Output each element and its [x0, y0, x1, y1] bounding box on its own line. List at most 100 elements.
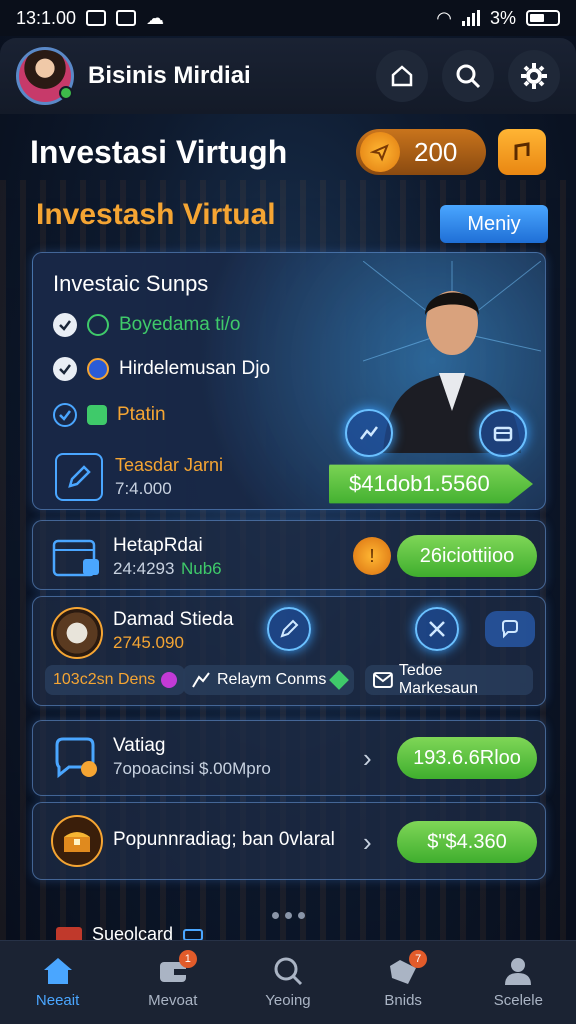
coin-icon — [360, 132, 400, 172]
notification-badge: 1 — [178, 950, 197, 968]
hero-value-button[interactable]: $41dob1.5560 — [329, 464, 533, 504]
settings-button[interactable] — [508, 50, 560, 102]
battery-icon — [526, 10, 560, 26]
nav-wallet[interactable]: 1 Mevoat — [123, 950, 223, 1009]
analytics-button[interactable] — [345, 409, 393, 457]
music-button[interactable] — [498, 129, 546, 175]
investment-row[interactable]: HetapRdai 24:4293 Nub6 ! 26iciottiioo — [32, 520, 546, 590]
row-label: Popunnradiag; ban 0vlaral — [113, 829, 335, 850]
search-button[interactable] — [442, 50, 494, 102]
nav-bids[interactable]: 7 Bnids — [353, 950, 453, 1009]
nav-label: Yeoing — [265, 992, 311, 1009]
row-value: 2745.090 — [113, 633, 184, 652]
nav-search[interactable]: Yeoing — [238, 956, 338, 1009]
battery-percent: 3% — [489, 7, 516, 28]
mail-icon — [373, 672, 393, 688]
tag-conms[interactable]: Relaym Conms — [183, 665, 355, 695]
hero-subvalue: 7:4.000 — [115, 479, 172, 498]
wallet-mini-icon — [183, 928, 204, 941]
chevron-right-icon: › — [363, 743, 372, 773]
status-bar: 13:1.00 ☁ ◠ 3% — [0, 0, 576, 36]
row-label: HetapRdai — [113, 535, 203, 556]
investment-hero-card[interactable]: Investaic Sunps Boyedama ti/o Hirdelemus… — [32, 252, 546, 510]
investment-row[interactable]: Damad Stieda 2745.090 103c2sn Dens Relay… — [32, 596, 546, 706]
row-label: Damad Stieda — [113, 609, 234, 630]
music-icon — [514, 142, 530, 160]
row-sub: 7opoacinsi $.00Mpro — [113, 759, 271, 778]
row-value: 24:4293 — [113, 559, 175, 578]
hero-item-label: Hirdelemusan Djo — [119, 358, 271, 379]
home-outline-icon — [391, 65, 413, 87]
tag-label: 103c2sn Dens — [53, 671, 156, 688]
row-action-button[interactable]: 193.6.6Rloo — [397, 737, 537, 779]
alert-icon: ! — [353, 537, 391, 575]
search-icon — [456, 64, 481, 89]
nav-label: Mevoat — [148, 992, 198, 1009]
notification-badge: 7 — [409, 950, 428, 968]
briefcase-icon — [493, 426, 513, 442]
tag-dens[interactable]: 103c2sn Dens — [45, 665, 186, 695]
page-title: Investasi Virtugh — [30, 133, 288, 170]
avatar[interactable] — [16, 47, 74, 105]
nav-label: Neeait — [35, 992, 80, 1009]
chat-icon — [502, 620, 518, 639]
home-icon — [43, 958, 72, 984]
wifi-icon: ◠ — [436, 7, 452, 28]
diamond-icon — [329, 670, 350, 690]
investment-row[interactable]: Vatiag 7opoacinsi $.00Mpro › 193.6.6Rloo — [32, 720, 546, 796]
signal-icon — [461, 10, 480, 26]
product-thumbnail — [51, 607, 103, 659]
check-circle-icon — [53, 403, 77, 427]
hero-subtitle: Teasdar Jarni — [115, 455, 224, 475]
notification-icon — [86, 10, 107, 26]
app-header: Bisinis Mirdiai — [0, 38, 576, 114]
row-tag: Nub6 — [181, 559, 222, 578]
row-label: Vatiag — [113, 735, 166, 756]
status-time: 13:1.00 — [16, 7, 77, 28]
tag-label: Tedoe Markesaun — [398, 662, 478, 697]
cloud-icon: ☁ — [146, 7, 165, 28]
leaf-icon — [87, 314, 109, 336]
page-indicator — [272, 912, 305, 919]
compass-icon — [87, 358, 109, 380]
menu-button[interactable]: Meniy — [440, 205, 548, 243]
nav-home[interactable]: Neeait — [8, 956, 108, 1009]
nav-label: Bnids — [384, 992, 422, 1009]
nav-profile[interactable]: Scelele — [468, 956, 568, 1009]
gallery-icon — [116, 10, 137, 26]
nav-label: Scelele — [493, 992, 543, 1009]
chat-button[interactable] — [485, 611, 535, 647]
edit-icon[interactable] — [55, 453, 103, 501]
row-action-button[interactable]: 26iciottiioo — [397, 535, 537, 577]
gear-icon — [521, 63, 547, 89]
row-action-button[interactable]: $"$4.360 — [397, 821, 537, 863]
grid-icon — [87, 405, 107, 425]
section-title: Investash Virtual — [36, 198, 276, 231]
coin-value: 200 — [414, 136, 458, 167]
investment-row[interactable]: Popunnradiag; ban 0vlaral › $"$4.360 — [32, 802, 546, 880]
coin-balance[interactable]: 200 — [356, 129, 486, 175]
hero-item[interactable]: Hirdelemusan Djo — [53, 357, 270, 381]
check-icon — [53, 313, 77, 337]
hero-item[interactable]: Ptatin — [53, 403, 166, 427]
bottom-navigation: Neeait 1 Mevoat Yeoing 7 Bnids Scelele — [0, 940, 576, 1024]
hero-item[interactable]: Boyedama ti/o — [53, 313, 240, 337]
profile-icon — [505, 958, 532, 985]
tools-button[interactable] — [415, 607, 459, 651]
chat-bubble-icon — [55, 737, 97, 779]
tag-label: Relaym Conms — [217, 671, 327, 688]
hero-item-label: Boyedama ti/o — [119, 314, 241, 335]
home-outline-button[interactable] — [376, 50, 428, 102]
edit-button[interactable] — [267, 607, 311, 651]
treasure-chest-icon — [51, 815, 103, 867]
briefcase-button[interactable] — [479, 409, 527, 457]
online-status-icon — [59, 86, 73, 100]
header-title: Bisinis Mirdiai — [88, 62, 251, 89]
chart-icon — [360, 426, 378, 440]
tag-markesaun[interactable]: Tedoe Markesaun — [365, 662, 533, 697]
gem-icon — [161, 672, 178, 688]
check-icon — [53, 357, 77, 381]
hero-item-label: Ptatin — [117, 404, 166, 425]
search-icon — [274, 957, 303, 986]
pencil-icon — [280, 619, 299, 638]
